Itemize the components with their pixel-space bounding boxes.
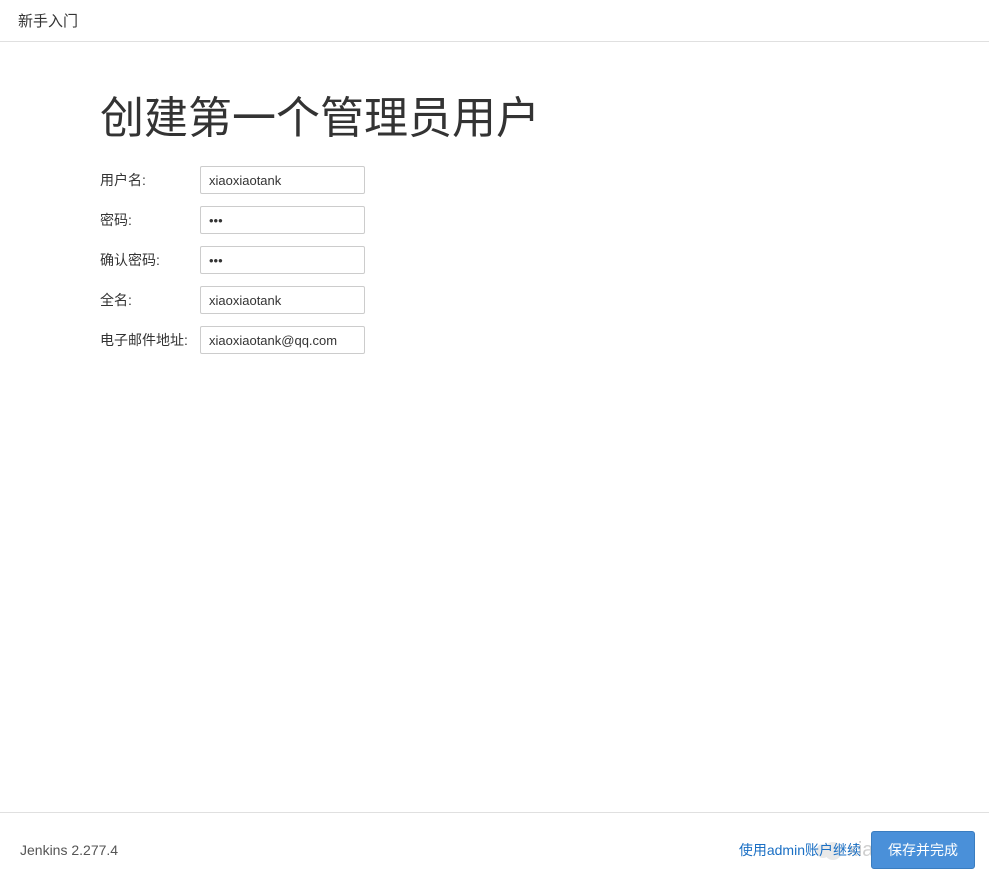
wizard-header: 新手入门 <box>0 0 989 42</box>
save-finish-button[interactable]: 保存并完成 <box>871 831 975 869</box>
wizard-footer: Jenkins 2.277.4 使用admin账户继续 保存并完成 <box>0 812 989 887</box>
form-row-email: 电子邮件地址: <box>100 326 889 354</box>
form-row-confirm-password: 确认密码: <box>100 246 889 274</box>
confirm-password-label: 确认密码: <box>100 250 200 270</box>
fullname-input[interactable] <box>200 286 365 314</box>
skip-admin-button[interactable]: 使用admin账户继续 <box>739 840 861 860</box>
wizard-header-title: 新手入门 <box>18 13 78 30</box>
page-title: 创建第一个管理员用户 <box>100 82 889 146</box>
wizard-content: 创建第一个管理员用户 用户名: 密码: 确认密码: 全名: 电子邮件地址: <box>0 42 989 812</box>
jenkins-version: Jenkins 2.277.4 <box>20 842 118 858</box>
email-input[interactable] <box>200 326 365 354</box>
form-row-username: 用户名: <box>100 166 889 194</box>
fullname-label: 全名: <box>100 290 200 310</box>
confirm-password-input[interactable] <box>200 246 365 274</box>
footer-actions: 使用admin账户继续 保存并完成 <box>739 831 975 869</box>
username-label: 用户名: <box>100 170 200 190</box>
form-row-fullname: 全名: <box>100 286 889 314</box>
email-label: 电子邮件地址: <box>100 330 200 350</box>
password-label: 密码: <box>100 210 200 230</box>
form-row-password: 密码: <box>100 206 889 234</box>
password-input[interactable] <box>200 206 365 234</box>
username-input[interactable] <box>200 166 365 194</box>
